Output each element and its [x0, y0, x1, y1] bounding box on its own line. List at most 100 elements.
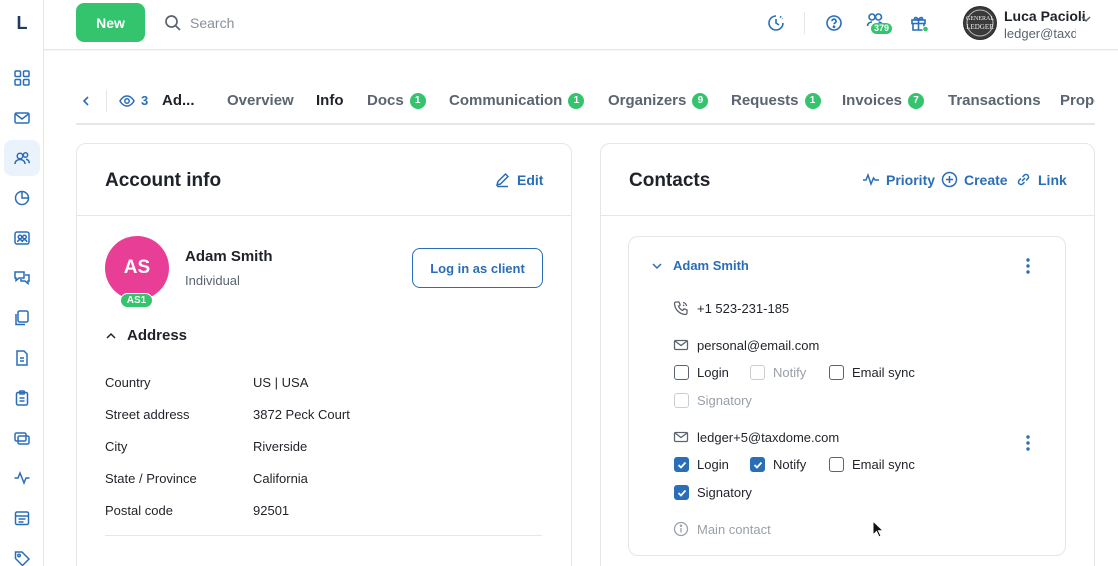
- timer-icon[interactable]: [764, 11, 788, 35]
- contact-phone: +1 523-231-185: [697, 300, 790, 316]
- activity-icon[interactable]: [4, 460, 40, 496]
- checkbox-checked[interactable]: [674, 485, 689, 500]
- checkbox[interactable]: [829, 365, 844, 380]
- tab-label: Communication: [449, 92, 563, 109]
- viewers-indicator[interactable]: 3: [119, 78, 148, 123]
- help-icon[interactable]: [822, 11, 846, 35]
- checkbox[interactable]: [674, 365, 689, 380]
- client-avatar: AS: [105, 236, 169, 300]
- address-label: Street address: [105, 407, 190, 422]
- email-sync-checkbox[interactable]: Email sync: [829, 365, 915, 380]
- user-menu-chevron-icon[interactable]: [1080, 13, 1092, 25]
- chat-icon[interactable]: [4, 260, 40, 296]
- address-title: Address: [127, 327, 188, 344]
- log-in-as-client-button[interactable]: Log in as client: [412, 248, 543, 288]
- viewers-count: 3: [141, 93, 149, 108]
- tab-requests[interactable]: Requests 1: [731, 78, 821, 123]
- checkbox[interactable]: [674, 393, 689, 408]
- pencil-icon: [495, 172, 510, 188]
- tab-label: Invoices: [842, 92, 903, 109]
- create-contact-button[interactable]: Create: [941, 171, 1008, 188]
- tab-label: Docs: [367, 92, 404, 109]
- cards-icon[interactable]: [4, 420, 40, 456]
- tab-overview[interactable]: Overview: [227, 78, 294, 123]
- tab-organizers[interactable]: Organizers 9: [608, 78, 709, 123]
- mouse-cursor-icon: [872, 520, 884, 538]
- create-label: Create: [964, 171, 1008, 188]
- section-divider: [105, 535, 542, 536]
- login-checkbox[interactable]: Login: [674, 457, 729, 472]
- dashboard-icon[interactable]: [4, 60, 40, 96]
- checkbox[interactable]: [829, 457, 844, 472]
- checkbox-checked[interactable]: [750, 457, 765, 472]
- clients-icon[interactable]: [4, 140, 40, 176]
- address-label: Country: [105, 375, 151, 390]
- address-label: City: [105, 439, 128, 454]
- mail-icon[interactable]: [4, 100, 40, 136]
- login-checkbox[interactable]: Login: [674, 365, 729, 380]
- account-tabs: 3 Ad... Overview Info Docs 1 Communicatio…: [76, 78, 1095, 125]
- checkbox-label: Notify: [773, 365, 807, 380]
- contact-more-icon[interactable]: [1023, 257, 1033, 275]
- contacts-title: Contacts: [629, 170, 711, 191]
- tab-transactions[interactable]: Transactions: [948, 78, 1041, 123]
- tab-info[interactable]: Info: [316, 78, 344, 123]
- tag-icon[interactable]: [4, 540, 40, 566]
- pulse-icon: [863, 172, 879, 187]
- notify-checkbox[interactable]: Notify: [750, 365, 806, 380]
- contact-email: ledger+5@taxdome.com: [697, 429, 840, 445]
- link-label: Link: [1038, 171, 1067, 188]
- new-button[interactable]: New: [76, 3, 145, 42]
- gift-icon[interactable]: [907, 11, 931, 35]
- address-section-toggle[interactable]: Address: [105, 327, 187, 344]
- link-contact-button[interactable]: Link: [1015, 171, 1067, 188]
- tab-properties[interactable]: Prope: [1060, 78, 1095, 123]
- back-button[interactable]: [80, 78, 92, 123]
- contact-toggle[interactable]: Adam Smith: [651, 258, 749, 273]
- link-icon: [1017, 173, 1030, 186]
- clipboard-icon[interactable]: [4, 380, 40, 416]
- edit-label: Edit: [517, 171, 544, 188]
- tab-count-badge: 7: [908, 92, 925, 109]
- tab-label: Organizers: [608, 92, 687, 109]
- tab-docs[interactable]: Docs 1: [367, 78, 426, 123]
- mail-icon: [673, 339, 689, 351]
- pie-chart-icon[interactable]: [4, 180, 40, 216]
- edit-button[interactable]: Edit: [494, 171, 543, 188]
- client-name: Adam Smith: [185, 248, 273, 265]
- main-contact-label: Main contact: [697, 521, 771, 537]
- client-tag-badge: AS1: [120, 293, 153, 308]
- email-more-icon[interactable]: [1023, 434, 1033, 452]
- app-logo[interactable]: L: [0, 0, 44, 46]
- search-input[interactable]: [190, 15, 440, 31]
- user-name[interactable]: Luca Pacioli: [1004, 8, 1086, 24]
- chevron-left-icon: [82, 95, 89, 106]
- notifications[interactable]: 379: [866, 10, 894, 36]
- documents-icon[interactable]: [4, 300, 40, 336]
- checkbox-checked[interactable]: [674, 457, 689, 472]
- address-label: State / Province: [105, 471, 197, 486]
- address-value: 3872 Peck Court: [253, 407, 350, 422]
- address-value: US | USA: [253, 375, 309, 390]
- file-icon[interactable]: [4, 340, 40, 376]
- email-sync-checkbox[interactable]: Email sync: [829, 457, 915, 472]
- signatory-checkbox[interactable]: Signatory: [674, 485, 752, 500]
- search-bar[interactable]: [164, 8, 464, 38]
- notify-checkbox[interactable]: Notify: [750, 457, 806, 472]
- address-value: 92501: [253, 503, 290, 518]
- checkbox-label: Notify: [773, 457, 807, 472]
- signatory-checkbox[interactable]: Signatory: [674, 393, 752, 408]
- checkbox-label: Email sync: [852, 457, 915, 472]
- eye-icon: [119, 94, 135, 107]
- checkbox[interactable]: [750, 365, 765, 380]
- priority-button[interactable]: Priority: [862, 171, 935, 188]
- toolbar-divider: [804, 12, 805, 34]
- account-short-name[interactable]: Ad...: [162, 78, 195, 123]
- address-value: California: [253, 471, 308, 486]
- tab-invoices[interactable]: Invoices 7: [842, 78, 925, 123]
- user-avatar[interactable]: GENERAL LEDGER: [963, 6, 997, 40]
- calendar-list-icon[interactable]: [4, 500, 40, 536]
- tab-communication[interactable]: Communication 1: [449, 78, 585, 123]
- team-icon[interactable]: [4, 220, 40, 256]
- user-avatar-text-top: GENERAL: [966, 16, 994, 22]
